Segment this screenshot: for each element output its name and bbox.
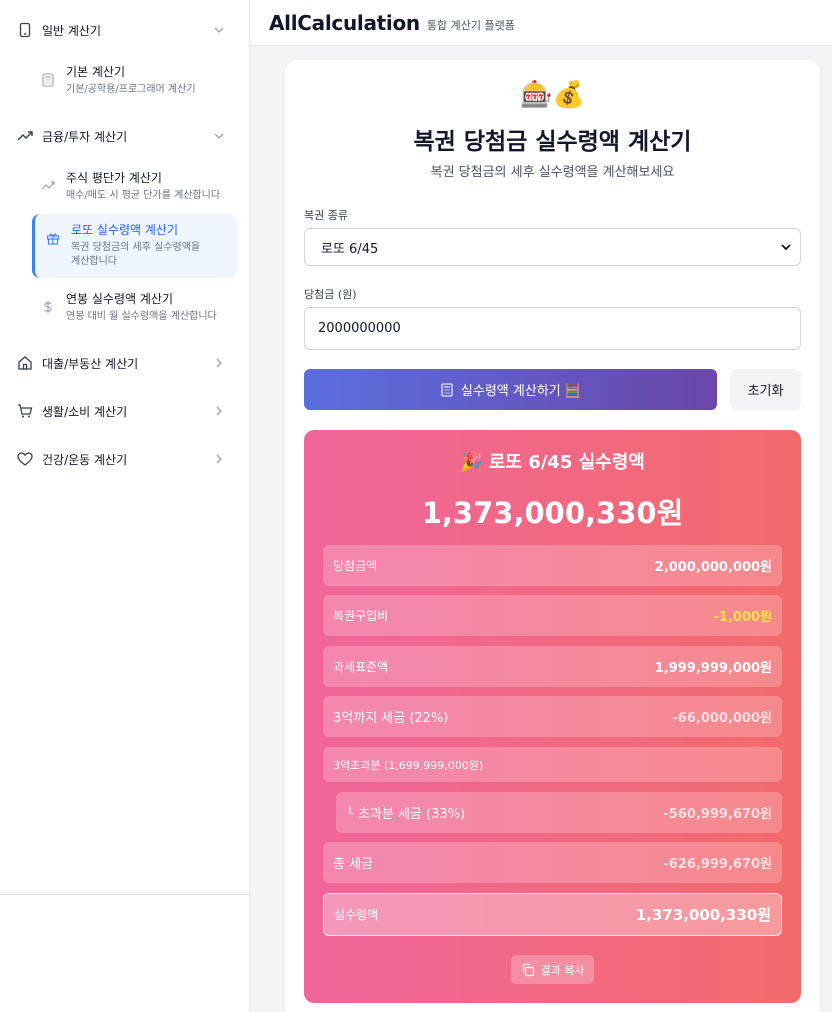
row-value: 2,000,000,000원 <box>654 560 772 575</box>
sidebar-group-living[interactable]: 생활/소비 계산기 <box>0 391 250 431</box>
prize-amount-label: 당첨금 (원) <box>304 288 357 301</box>
sidebar-divider <box>0 894 250 895</box>
row-value: -1,000원 <box>713 610 772 625</box>
row-label: 3억까지 세금 (22%) <box>333 711 449 726</box>
sidebar-item-title: 주식 평단가 계산기 <box>66 171 162 185</box>
result-row-excess: 3억초과분 (1,699,999,000원) <box>323 747 782 782</box>
sidebar-group-label: 금융/투자 계산기 <box>42 129 128 144</box>
result-row-net: 실수령액 1,373,000,330원 <box>323 893 782 936</box>
result-row-taxable: 과세표준액 1,999,999,000원 <box>323 646 782 687</box>
chevron-down-icon <box>781 244 791 251</box>
sidebar-group-label: 건강/운동 계산기 <box>42 452 128 467</box>
sidebar-item-desc: 기본/공학용/프로그래머 계산기 <box>66 84 196 95</box>
sidebar-group-label: 대출/부동산 계산기 <box>42 356 139 371</box>
calculate-button-label: 실수령액 계산하기 🧮 <box>460 384 582 399</box>
result-row-tax-33: └ 초과분 세금 (33%) -560,999,670원 <box>336 792 782 833</box>
copy-button-label: 결과 복사 <box>540 963 585 977</box>
chevron-right-icon <box>216 406 222 416</box>
result-net-amount: 1,373,000,330원 <box>421 496 684 530</box>
sidebar: 일반 계산기 기본 계산기 기본/공학용/프로그래머 계산기 금융/투자 계산기… <box>0 0 250 1012</box>
sidebar-item-basic-calculator[interactable]: 기본 계산기 기본/공학용/프로그래머 계산기 <box>32 56 237 105</box>
sidebar-group-finance[interactable]: 금융/투자 계산기 <box>0 116 250 156</box>
row-label: 3억초과분 (1,699,999,000원) <box>333 758 484 772</box>
trending-up-icon <box>16 127 34 145</box>
row-label: 과세표준액 <box>333 660 389 674</box>
row-label: 실수령액 <box>334 908 379 922</box>
calculator-icon <box>440 382 454 397</box>
gift-icon <box>45 230 61 246</box>
home-icon <box>16 354 34 372</box>
sidebar-group-label: 생활/소비 계산기 <box>42 404 128 419</box>
cart-icon <box>16 402 34 420</box>
sidebar-item-desc: 연봉 대비 월 실수령액을 계산합니다 <box>66 311 217 322</box>
result-title: 🎉 로또 6/45 실수령액 <box>460 452 645 473</box>
brand-logo[interactable]: AllCalculation <box>269 11 420 35</box>
sidebar-group-general[interactable]: 일반 계산기 <box>0 10 250 50</box>
chevron-down-icon <box>214 27 224 33</box>
smartphone-icon <box>16 21 34 39</box>
row-value: -66,000,000원 <box>672 711 772 726</box>
sidebar-item-salary-calculator[interactable]: 연봉 실수령액 계산기 연봉 대비 월 실수령액을 계산합니다 <box>32 283 237 332</box>
row-value: -560,999,670원 <box>663 807 772 822</box>
row-label: 복권구입비 <box>333 609 389 623</box>
row-label: 총 세금 <box>333 857 374 872</box>
lottery-type-select[interactable]: 로또 6/45 <box>304 228 801 266</box>
result-row-tax-22: 3억까지 세금 (22%) -66,000,000원 <box>323 696 782 737</box>
prize-amount-input[interactable]: 2000000000 <box>304 307 801 350</box>
sidebar-item-desc: 복권 당첨금의 세후 실수령액을 계산합니다 <box>71 242 201 267</box>
sidebar-group-loan[interactable]: 대출/부동산 계산기 <box>0 343 250 383</box>
result-row-ticket-cost: 복권구입비 -1,000원 <box>323 595 782 636</box>
copy-icon <box>521 963 535 977</box>
result-row-prize: 당첨금액 2,000,000,000원 <box>323 545 782 586</box>
dollar-icon <box>40 299 56 315</box>
sidebar-item-title: 기본 계산기 <box>66 65 126 79</box>
brand-subtitle: 통합 계산기 플랫폼 <box>426 19 515 32</box>
page-subtitle: 복권 당첨금의 세후 실수령액을 계산해보세요 <box>430 165 675 180</box>
calculator-card: 🎰💰 복권 당첨금 실수령액 계산기 복권 당첨금의 세후 실수령액을 계산해보… <box>285 60 820 1012</box>
calculator-icon <box>40 72 56 88</box>
sidebar-item-desc: 매수/매도 시 평균 단가를 계산합니다 <box>66 190 221 201</box>
chevron-right-icon <box>216 358 222 368</box>
result-panel: 🎉 로또 6/45 실수령액 1,373,000,330원 당첨금액 2,000… <box>304 430 801 1003</box>
sidebar-group-label: 일반 계산기 <box>42 23 102 38</box>
row-value: 1,373,000,330원 <box>635 906 771 924</box>
chevron-down-icon <box>214 133 224 139</box>
heart-icon <box>16 450 34 468</box>
lottery-type-label: 복권 종류 <box>304 209 348 222</box>
reset-button[interactable]: 초기화 <box>730 369 801 410</box>
trending-up-icon <box>40 178 56 194</box>
row-label: 당첨금액 <box>333 559 378 573</box>
copy-result-button[interactable]: 결과 복사 <box>511 955 594 984</box>
sidebar-item-title: 로또 실수령액 계산기 <box>71 223 178 237</box>
result-row-total-tax: 총 세금 -626,999,670원 <box>323 842 782 883</box>
sidebar-item-lotto-calculator[interactable]: 로또 실수령액 계산기 복권 당첨금의 세후 실수령액을 계산합니다 <box>32 214 237 278</box>
sidebar-group-health[interactable]: 건강/운동 계산기 <box>0 439 250 479</box>
lottery-type-value: 로또 6/45 <box>321 241 379 257</box>
calculate-button[interactable]: 실수령액 계산하기 🧮 <box>304 369 717 410</box>
row-value: -626,999,670원 <box>663 857 772 872</box>
sidebar-item-stock-average[interactable]: 주식 평단가 계산기 매수/매도 시 평균 단가를 계산합니다 <box>32 162 237 211</box>
slot-money-emoji: 🎰💰 <box>520 80 585 110</box>
row-value: 1,999,999,000원 <box>654 661 772 676</box>
prize-amount-value: 2000000000 <box>318 321 401 336</box>
row-label: └ 초과분 세금 (33%) <box>346 807 466 822</box>
chevron-right-icon <box>216 454 222 464</box>
sidebar-item-title: 연봉 실수령액 계산기 <box>66 292 173 306</box>
top-header: AllCalculation 통합 계산기 플랫폼 <box>250 0 832 46</box>
page-title: 복권 당첨금 실수령액 계산기 <box>413 129 692 155</box>
